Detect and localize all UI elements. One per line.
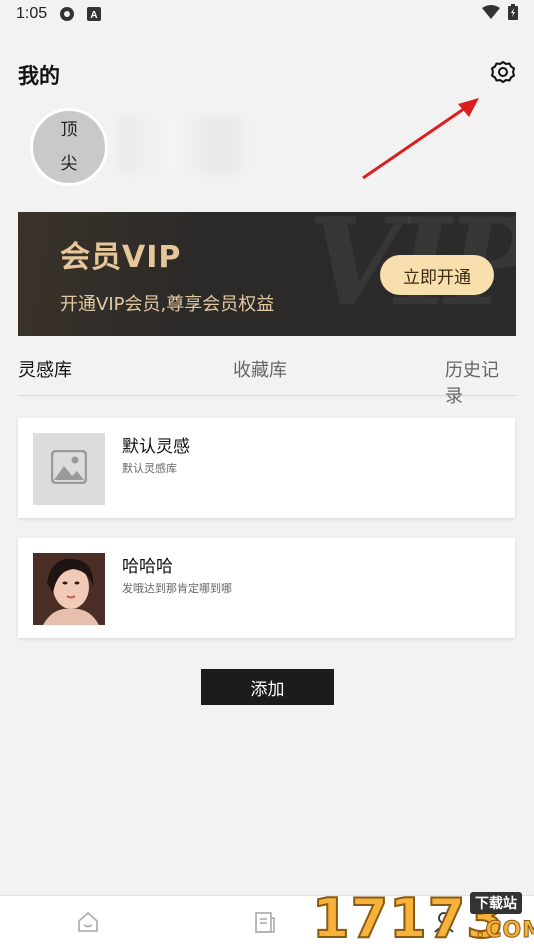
card-title: 默认灵感 [122,437,190,457]
tab-bar: 灵感库 收藏库 历史记录 [18,350,516,407]
image-placeholder-icon [50,449,88,488]
status-time: 1:05 [16,5,48,22]
card-description: 发哦达到那肯定哪到哪 [122,582,232,595]
avatar-text-line1: 顶 [60,120,78,140]
document-icon[interactable] [253,910,277,938]
add-button[interactable]: 添加 [201,669,334,705]
avatar-text-line2: 尖 [60,154,78,174]
wifi-icon [482,5,500,23]
battery-icon [508,4,518,24]
vip-title: 会员VIP [60,240,182,275]
portrait-photo [33,553,105,625]
card-description: 默认灵感库 [122,462,177,475]
settings-button[interactable] [488,60,518,90]
annotation-arrow [362,98,479,180]
gear-icon [490,60,516,90]
settings-gear-status-icon [59,6,75,22]
svg-text:A: A [91,10,98,21]
vip-subtitle: 开通VIP会员,尊享会员权益 [60,294,275,315]
inspiration-card-hahaha[interactable]: 哈哈哈 发哦达到那肯定哪到哪 [18,538,515,638]
vip-subscribe-button[interactable]: 立即开通 [380,255,494,295]
card-title: 哈哈哈 [122,557,173,577]
a-box-status-icon: A [87,7,102,21]
status-bar: 1:05 A [0,0,534,28]
tab-inspiration-library[interactable]: 灵感库 [18,356,72,382]
tab-favorites[interactable]: 收藏库 [233,356,287,382]
watermark-tag: 下载站 [470,892,522,914]
home-icon[interactable] [76,910,100,938]
avatar[interactable]: 顶 尖 [30,108,108,186]
card-thumbnail [33,433,105,505]
page-title: 我的 [18,64,60,88]
inspiration-card-default[interactable]: 默认灵感 默认灵感库 [18,418,515,518]
username-blurred [120,116,248,174]
tab-history[interactable]: 历史记录 [445,356,516,408]
vip-banner[interactable]: VIP 会员VIP 开通VIP会员,尊享会员权益 立即开通 [18,212,516,336]
site-watermark: 17173 下载站 .COM [308,888,534,950]
watermark-suffix: .COM [475,918,534,944]
